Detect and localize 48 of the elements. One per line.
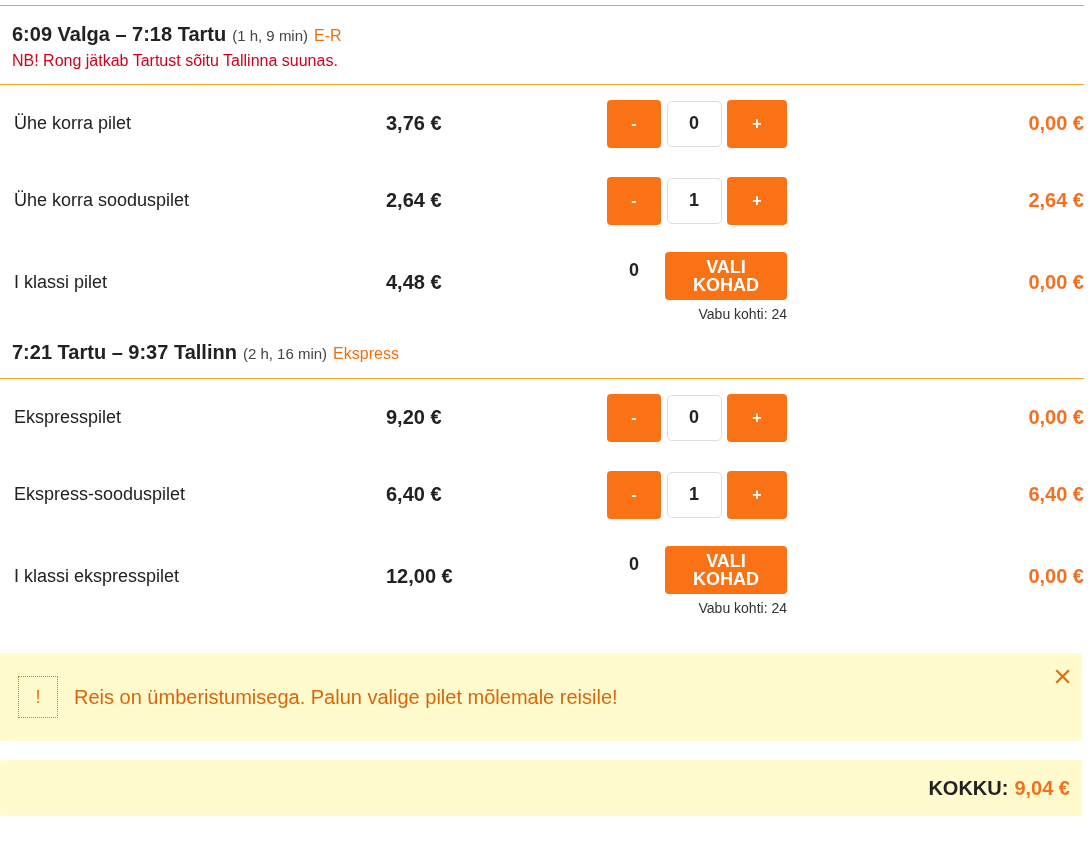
ticket-name: I klassi ekspresspilet: [14, 565, 181, 587]
ticket-price: 6,40 €: [386, 483, 443, 506]
decrease-button[interactable]: -: [607, 470, 661, 519]
ticket-price: 4,48 €: [386, 270, 443, 294]
ticket-total: 6,40 €: [1027, 483, 1084, 506]
quantity-value: 0: [629, 259, 639, 281]
quantity-field[interactable]: 0: [666, 100, 722, 147]
ticket-name: Ekspress-sooduspilet: [14, 484, 187, 505]
quantity-field[interactable]: 1: [666, 471, 722, 518]
ticket-total: 0,00 €: [1027, 406, 1084, 429]
choose-seats-button[interactable]: VALI KOHAD: [665, 252, 787, 300]
increase-button[interactable]: +: [727, 393, 787, 442]
ticket-name: Ühe korra sooduspilet: [14, 190, 191, 211]
choose-seats-button[interactable]: VALI KOHAD: [665, 546, 787, 594]
decrease-button[interactable]: -: [607, 393, 661, 442]
free-seats-text: Vabu kohti: 24: [698, 600, 787, 616]
close-button[interactable]: ×: [1053, 663, 1072, 689]
quantity-value: 0: [629, 553, 639, 575]
ticket-price: 3,76 €: [386, 112, 443, 135]
decrease-button[interactable]: -: [607, 99, 661, 148]
ticket-total: 2,64 €: [1027, 189, 1084, 212]
total-value: 9,04 €: [1014, 776, 1070, 800]
quantity-field[interactable]: 0: [666, 394, 722, 441]
trip-duration: (2 h, 16 min): [242, 345, 328, 362]
increase-button[interactable]: +: [727, 99, 787, 148]
ticket-name: Ekspresspilet: [14, 407, 123, 428]
warning-note: NB! Rong jätkab Tartust sõitu Tallinna suunas.: [12, 52, 339, 70]
increase-button[interactable]: +: [727, 176, 787, 225]
total-label: KOKKU:: [928, 776, 1009, 800]
free-seats-text: Vabu kohti: 24: [698, 306, 787, 322]
train-type: E-R: [314, 27, 342, 45]
alert-icon: !: [18, 676, 58, 718]
decrease-button[interactable]: -: [607, 176, 661, 225]
route-title: 6:09 Valga – 7:18 Tartu: [12, 23, 227, 46]
alert-message: Reis on ümberistumisega. Palun valige pilet mõlemale reisile!: [74, 685, 618, 709]
ticket-price: 9,20 €: [386, 406, 443, 429]
ticket-price: 12,00 €: [386, 564, 454, 588]
train-type: Ekspress: [333, 345, 399, 363]
trip-duration: (1 h, 9 min): [232, 27, 309, 44]
ticket-total: 0,00 €: [1027, 112, 1084, 135]
ticket-price: 2,64 €: [386, 189, 443, 212]
route-title: 7:21 Tartu – 9:37 Tallinn: [12, 341, 237, 364]
quantity-field[interactable]: 1: [666, 177, 722, 224]
ticket-total: 0,00 €: [1027, 564, 1084, 588]
ticket-total: 0,00 €: [1027, 270, 1084, 294]
ticket-name: Ühe korra pilet: [14, 113, 133, 134]
increase-button[interactable]: +: [727, 470, 787, 519]
ticket-name: I klassi pilet: [14, 271, 109, 293]
